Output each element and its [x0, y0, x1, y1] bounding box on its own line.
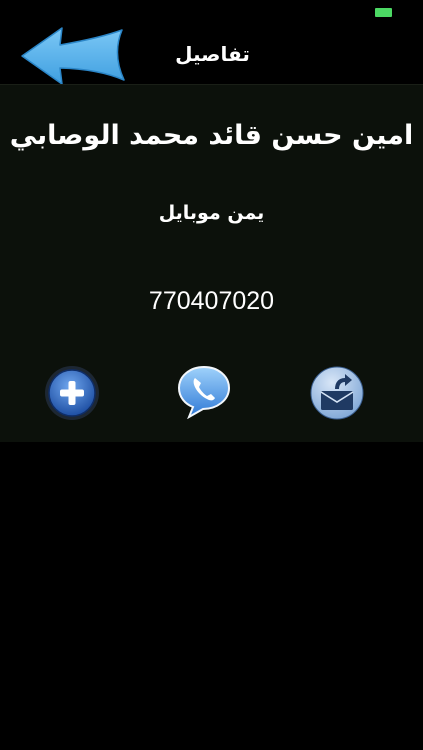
phone-bubble-icon	[177, 365, 231, 419]
status-bar	[0, 0, 423, 22]
contact-name: امين حسن قائد محمد الوصابي	[9, 120, 414, 151]
arrow-left-icon	[21, 27, 125, 85]
envelope-send-icon	[310, 366, 364, 420]
contact-company: يمن موبايل	[158, 202, 265, 224]
page-title: تفاصيل	[175, 42, 250, 66]
back-button[interactable]	[20, 26, 126, 85]
add-contact-button[interactable]	[44, 365, 100, 421]
contact-phone[interactable]: 770407020	[0, 287, 423, 316]
message-button[interactable]	[309, 365, 365, 421]
call-button[interactable]	[176, 363, 232, 419]
plus-circle-icon	[45, 366, 99, 420]
contact-detail-panel: امين حسن قائد محمد الوصابي يمن موبايل 77…	[0, 85, 423, 442]
nav-bar: تفاصيل	[0, 22, 423, 85]
battery-icon	[375, 8, 392, 17]
